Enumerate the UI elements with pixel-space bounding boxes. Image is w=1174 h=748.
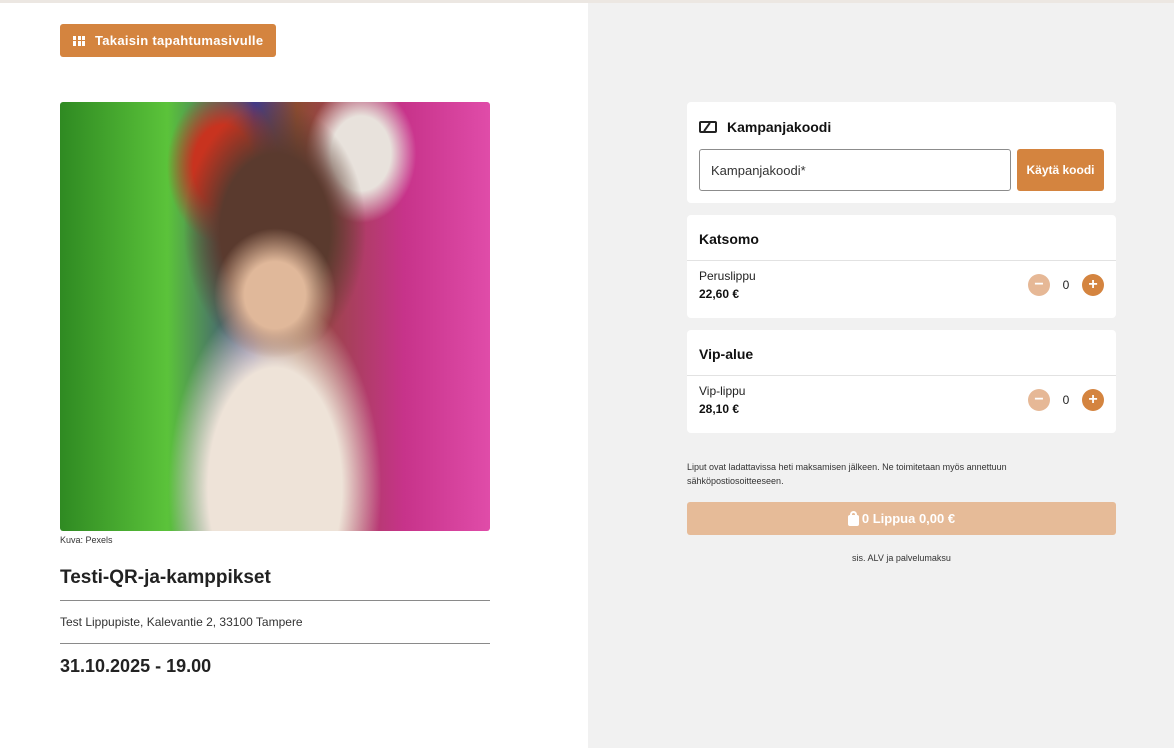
event-title: Testi-QR-ja-kamppikset — [60, 567, 271, 588]
quantity-value: 0 — [1062, 393, 1070, 407]
grid-icon — [73, 35, 85, 46]
ticket-price: 28,10 € — [699, 402, 740, 416]
divider — [60, 643, 490, 644]
event-venue: Test Lippupiste, Kalevantie 2, 33100 Tam… — [60, 615, 303, 629]
promo-code-input[interactable] — [699, 149, 1011, 191]
ticket-category-katsomo: Katsomo Peruslippu 22,60 € − 0 + — [687, 215, 1116, 318]
event-datetime: 31.10.2025 - 19.00 — [60, 656, 212, 676]
apply-code-button[interactable]: Käytä koodi — [1017, 149, 1104, 191]
event-image — [60, 102, 490, 531]
increase-quantity-button[interactable]: + — [1082, 389, 1104, 411]
category-title: Vip-alue — [699, 346, 754, 362]
ticket-icon — [699, 121, 717, 133]
quantity-stepper: − 0 + — [1028, 389, 1104, 411]
ticket-name: Vip-lippu — [699, 384, 746, 398]
back-button-label: Takaisin tapahtumasivulle — [95, 33, 264, 48]
decrease-quantity-button[interactable]: − — [1028, 389, 1050, 411]
ticket-category-vip: Vip-alue Vip-lippu 28,10 € − 0 + — [687, 330, 1116, 433]
delivery-info-text: Liput ovat ladattavissa heti maksamisen … — [687, 462, 1007, 486]
decrease-quantity-button[interactable]: − — [1028, 274, 1050, 296]
quantity-stepper: − 0 + — [1028, 274, 1104, 296]
quantity-value: 0 — [1062, 278, 1070, 292]
increase-quantity-button[interactable]: + — [1082, 274, 1104, 296]
ticket-price: 22,60 € — [699, 287, 740, 301]
checkout-button[interactable]: 0 Lippua 0,00 € — [687, 502, 1116, 535]
promo-code-title: Kampanjakoodi — [727, 119, 832, 135]
category-divider — [687, 260, 1116, 261]
vat-note: sis. ALV ja palvelumaksu — [852, 553, 951, 563]
back-to-event-button[interactable]: Takaisin tapahtumasivulle — [60, 24, 276, 57]
photo-credit: Kuva: Pexels — [60, 535, 113, 545]
checkout-label: 0 Lippua 0,00 € — [861, 511, 956, 526]
divider — [60, 600, 490, 601]
category-title: Katsomo — [699, 231, 759, 247]
promo-code-header: Kampanjakoodi — [699, 119, 831, 135]
category-divider — [687, 375, 1116, 376]
shopping-bag-icon — [847, 510, 859, 526]
ticket-name: Peruslippu — [699, 269, 756, 283]
promo-code-card: Kampanjakoodi Käytä koodi — [687, 102, 1116, 203]
